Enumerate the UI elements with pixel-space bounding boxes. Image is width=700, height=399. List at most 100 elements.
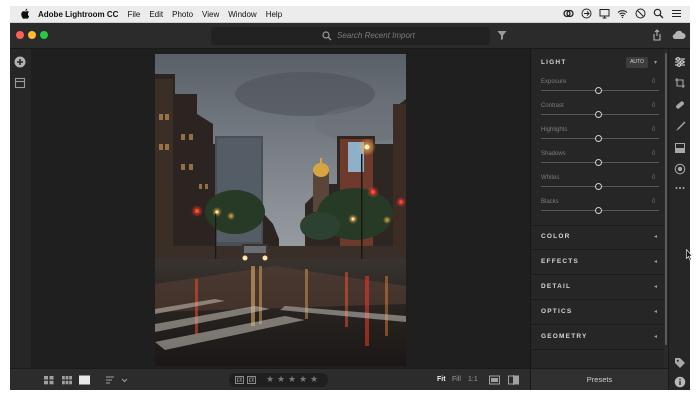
search-icon bbox=[322, 31, 332, 41]
menu-bar: Adobe Lightroom CC File Edit Photo View … bbox=[10, 6, 690, 23]
share-icon[interactable] bbox=[651, 29, 663, 41]
zoom-fit-button[interactable]: Fit bbox=[437, 376, 446, 383]
menu-help[interactable]: Help bbox=[266, 10, 282, 19]
top-toolbar: Search Recent Import bbox=[10, 23, 690, 49]
sort-chevron-down-icon[interactable] bbox=[121, 375, 128, 385]
right-rail bbox=[668, 49, 690, 390]
presets-button[interactable]: Presets bbox=[530, 369, 668, 390]
wifi-icon[interactable] bbox=[617, 8, 628, 19]
shadows-value[interactable]: 0 bbox=[652, 151, 655, 157]
section-divider bbox=[531, 274, 669, 275]
blacks-value[interactable]: 0 bbox=[652, 199, 655, 205]
city-street-photo[interactable] bbox=[155, 54, 406, 366]
info-icon[interactable] bbox=[674, 376, 686, 388]
search-field[interactable]: Search Recent Import bbox=[211, 27, 490, 45]
edit-sliders-icon[interactable] bbox=[674, 56, 686, 68]
display-icon[interactable] bbox=[599, 8, 610, 19]
whites-slider-thumb[interactable] bbox=[595, 183, 602, 190]
section-divider bbox=[531, 349, 669, 350]
maximize-window-button[interactable] bbox=[40, 31, 48, 39]
healing-brush-icon[interactable] bbox=[674, 99, 686, 111]
blacks-label: Blacks bbox=[541, 199, 559, 205]
sort-icon[interactable] bbox=[106, 375, 118, 385]
pick-flag-icon[interactable] bbox=[235, 376, 244, 384]
section-divider bbox=[531, 225, 669, 226]
photo-grid-view-icon[interactable] bbox=[62, 375, 72, 385]
whites-label: Whites bbox=[541, 175, 560, 181]
highlights-value[interactable]: 0 bbox=[652, 127, 655, 133]
add-photos-icon[interactable] bbox=[14, 56, 26, 68]
privacy-icon[interactable] bbox=[635, 8, 646, 19]
detail-view-icon[interactable] bbox=[79, 375, 90, 385]
section-divider bbox=[531, 249, 669, 250]
creative-cloud-status-icon[interactable] bbox=[563, 8, 574, 19]
light-section-title[interactable]: LIGHT bbox=[541, 59, 567, 66]
photo-canvas bbox=[31, 49, 530, 368]
auto-button[interactable]: AUTO bbox=[626, 57, 648, 68]
square-grid-view-icon[interactable] bbox=[44, 375, 54, 385]
shadows-slider-thumb[interactable] bbox=[595, 159, 602, 166]
section-divider bbox=[531, 324, 669, 325]
optics-section-title[interactable]: OPTICS bbox=[541, 308, 572, 315]
star-1[interactable]: ★ bbox=[266, 374, 274, 385]
effects-section-title[interactable]: EFFECTS bbox=[541, 258, 579, 265]
filter-icon[interactable] bbox=[496, 29, 508, 41]
reject-flag-icon[interactable] bbox=[247, 376, 256, 384]
highlights-label: Highlights bbox=[541, 127, 568, 133]
contrast-label: Contrast bbox=[541, 103, 564, 109]
effects-expand-caret-icon[interactable]: ◂ bbox=[654, 258, 657, 265]
star-3[interactable]: ★ bbox=[288, 374, 296, 385]
contrast-slider-thumb[interactable] bbox=[595, 111, 602, 118]
exposure-value[interactable]: 0 bbox=[652, 79, 655, 85]
minimize-window-button[interactable] bbox=[28, 31, 36, 39]
detail-section-title[interactable]: DETAIL bbox=[541, 283, 571, 290]
shadows-label: Shadows bbox=[541, 151, 566, 157]
user-switch-icon[interactable] bbox=[581, 8, 592, 19]
zoom-fill-button[interactable]: Fill bbox=[452, 376, 461, 383]
geometry-section-title[interactable]: GEOMETRY bbox=[541, 333, 588, 340]
optics-expand-caret-icon[interactable]: ◂ bbox=[654, 308, 657, 315]
left-rail bbox=[10, 49, 31, 368]
menu-edit[interactable]: Edit bbox=[149, 10, 163, 19]
cloud-sync-icon[interactable] bbox=[672, 29, 686, 41]
detail-expand-caret-icon[interactable]: ◂ bbox=[654, 283, 657, 290]
star-4[interactable]: ★ bbox=[299, 374, 307, 385]
light-collapse-caret-icon[interactable]: ▾ bbox=[654, 59, 657, 66]
crop-icon[interactable] bbox=[674, 77, 686, 89]
exposure-label: Exposure bbox=[541, 79, 567, 85]
color-section-title[interactable]: COLOR bbox=[541, 233, 570, 240]
panel-scrollbar-thumb[interactable] bbox=[665, 53, 667, 345]
color-expand-caret-icon[interactable]: ◂ bbox=[654, 233, 657, 240]
brush-icon[interactable] bbox=[674, 120, 686, 132]
more-options-icon[interactable] bbox=[674, 182, 686, 194]
my-photos-icon[interactable] bbox=[14, 77, 26, 89]
exposure-slider-thumb[interactable] bbox=[595, 87, 602, 94]
mouse-pointer-icon bbox=[686, 249, 692, 261]
close-window-button[interactable] bbox=[16, 31, 24, 39]
section-divider bbox=[531, 299, 669, 300]
whites-value[interactable]: 0 bbox=[652, 175, 655, 181]
rating-control: ★ ★ ★ ★ ★ bbox=[229, 373, 328, 387]
zoom-1to1-button[interactable]: 1:1 bbox=[468, 376, 478, 383]
menu-photo[interactable]: Photo bbox=[172, 10, 193, 19]
compare-view-icon[interactable] bbox=[489, 375, 500, 385]
edit-panel: LIGHT AUTO ▾ Exposure 0 Contrast 0 Highl… bbox=[530, 49, 669, 368]
bottom-bar: ★ ★ ★ ★ ★ Fit Fill 1:1 Presets bbox=[10, 368, 668, 390]
menu-list-icon[interactable] bbox=[671, 8, 682, 19]
menu-window[interactable]: Window bbox=[228, 10, 256, 19]
linear-gradient-icon[interactable] bbox=[674, 142, 686, 154]
spotlight-search-icon[interactable] bbox=[653, 8, 664, 19]
radial-gradient-icon[interactable] bbox=[674, 163, 686, 175]
star-5[interactable]: ★ bbox=[310, 374, 318, 385]
contrast-value[interactable]: 0 bbox=[652, 103, 655, 109]
apple-icon[interactable] bbox=[20, 8, 30, 19]
star-2[interactable]: ★ bbox=[277, 374, 285, 385]
geometry-expand-caret-icon[interactable]: ◂ bbox=[654, 333, 657, 340]
keywords-tag-icon[interactable] bbox=[674, 357, 686, 369]
before-after-icon[interactable] bbox=[508, 375, 519, 385]
menu-view[interactable]: View bbox=[202, 10, 219, 19]
highlights-slider-thumb[interactable] bbox=[595, 135, 602, 142]
blacks-slider-thumb[interactable] bbox=[595, 207, 602, 214]
menu-app-name[interactable]: Adobe Lightroom CC bbox=[38, 10, 118, 19]
menu-file[interactable]: File bbox=[127, 10, 140, 19]
